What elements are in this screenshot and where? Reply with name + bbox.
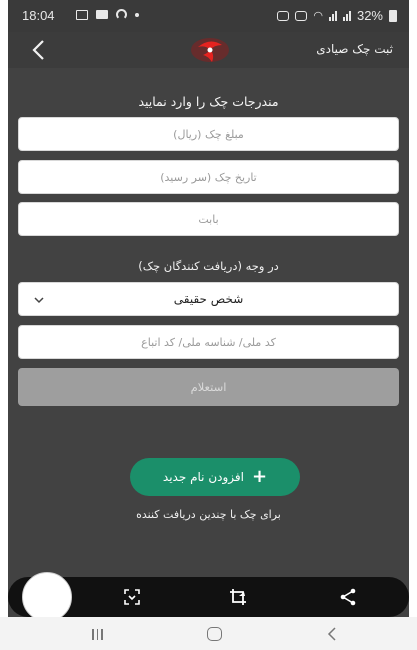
system-nav-bar bbox=[0, 617, 417, 650]
battery-percent: 32% bbox=[356, 8, 383, 23]
recipients-label: در وجه (دریافت کنندگان چک) bbox=[138, 259, 279, 273]
form-header: مندرجات چک را وارد نمایید bbox=[138, 94, 279, 109]
inquiry-button[interactable]: استعلام bbox=[18, 368, 399, 406]
signal-icon bbox=[328, 10, 337, 21]
signal-2-icon bbox=[342, 10, 351, 21]
home-icon[interactable] bbox=[207, 627, 222, 641]
link-icon bbox=[277, 10, 290, 21]
add-recipient-label: افزودن نام جدید bbox=[162, 470, 244, 484]
battery-icon bbox=[389, 9, 397, 22]
notification-icons bbox=[76, 9, 139, 20]
add-recipient-button[interactable]: + افزودن نام جدید bbox=[130, 458, 300, 496]
plus-icon: + bbox=[251, 466, 268, 487]
national-id-input[interactable] bbox=[19, 326, 398, 358]
date-field[interactable] bbox=[18, 160, 399, 194]
more-notifications-icon bbox=[135, 12, 139, 17]
system-icons: ◠ 32% bbox=[277, 8, 397, 23]
capture-circle-icon[interactable] bbox=[22, 572, 72, 622]
add-recipient-helper: برای چک با چندین دریافت کننده bbox=[136, 508, 281, 521]
page-title: ثبت چک صیادی bbox=[316, 42, 393, 56]
amount-input[interactable] bbox=[19, 118, 398, 150]
sync-notification-icon bbox=[116, 9, 127, 20]
crop-rotate-icon[interactable] bbox=[228, 587, 248, 607]
status-time: 18:04 bbox=[22, 8, 55, 23]
person-type-value: شخص حقیقی bbox=[173, 292, 244, 306]
scan-icon[interactable] bbox=[122, 587, 142, 607]
person-type-select[interactable]: شخص حقیقی bbox=[18, 282, 399, 316]
chevron-left-icon[interactable] bbox=[30, 38, 48, 62]
message-notification-icon bbox=[96, 10, 108, 19]
chevron-down-icon bbox=[34, 297, 44, 304]
status-bar: 18:04 ◠ 32% bbox=[8, 0, 409, 32]
screenshot-toolbar bbox=[8, 572, 409, 622]
gallery-notification-icon bbox=[76, 9, 88, 20]
reason-input[interactable] bbox=[19, 203, 398, 235]
back-icon[interactable] bbox=[326, 627, 338, 641]
bank-logo-icon bbox=[191, 38, 229, 62]
alarm-icon bbox=[295, 10, 308, 21]
amount-field[interactable] bbox=[18, 117, 399, 151]
wifi-icon: ◠ bbox=[313, 10, 323, 22]
share-icon[interactable] bbox=[338, 587, 358, 607]
app-bar: ثبت چک صیادی bbox=[8, 32, 409, 68]
national-id-field[interactable] bbox=[18, 325, 399, 359]
reason-field[interactable] bbox=[18, 202, 399, 236]
recent-apps-icon[interactable] bbox=[92, 629, 103, 640]
date-input[interactable] bbox=[19, 161, 398, 193]
